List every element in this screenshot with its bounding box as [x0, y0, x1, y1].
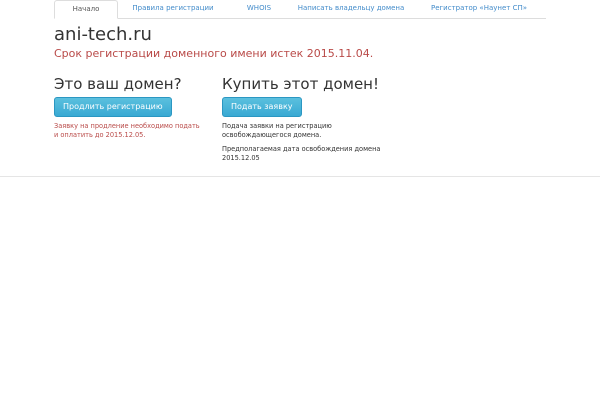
buy-section: Купить этот домен! Подать заявку Подача …	[222, 74, 382, 163]
tab-home[interactable]: Начало	[54, 0, 118, 19]
application-note: Подача заявки на регистрацию освобождающ…	[222, 122, 332, 139]
release-date-note: Предполагаемая дата освобождения домена …	[222, 145, 381, 162]
owner-section: Это ваш домен? Продлить регистрацию Заяв…	[54, 74, 214, 140]
top-nav-tabs: Начало Правила регистрации WHOIS Написат…	[54, 0, 546, 19]
tab-write-owner[interactable]: Написать владельцу домена	[290, 0, 412, 18]
tab-whois[interactable]: WHOIS	[228, 0, 290, 18]
submit-application-button[interactable]: Подать заявку	[222, 97, 302, 117]
owner-heading: Это ваш домен?	[54, 75, 182, 93]
expiration-notice: Срок регистрации доменного имени истек 2…	[54, 47, 374, 60]
domain-name-title: ani-tech.ru	[54, 24, 152, 45]
page-divider	[0, 176, 600, 177]
renewal-deadline-note: Заявку на продление необходимо подать и …	[54, 122, 200, 139]
tab-registrar[interactable]: Регистратор «Наунет СП»	[412, 0, 546, 18]
renew-registration-button[interactable]: Продлить регистрацию	[54, 97, 172, 117]
buy-heading: Купить этот домен!	[222, 75, 379, 93]
tab-registration-rules[interactable]: Правила регистрации	[118, 0, 228, 18]
